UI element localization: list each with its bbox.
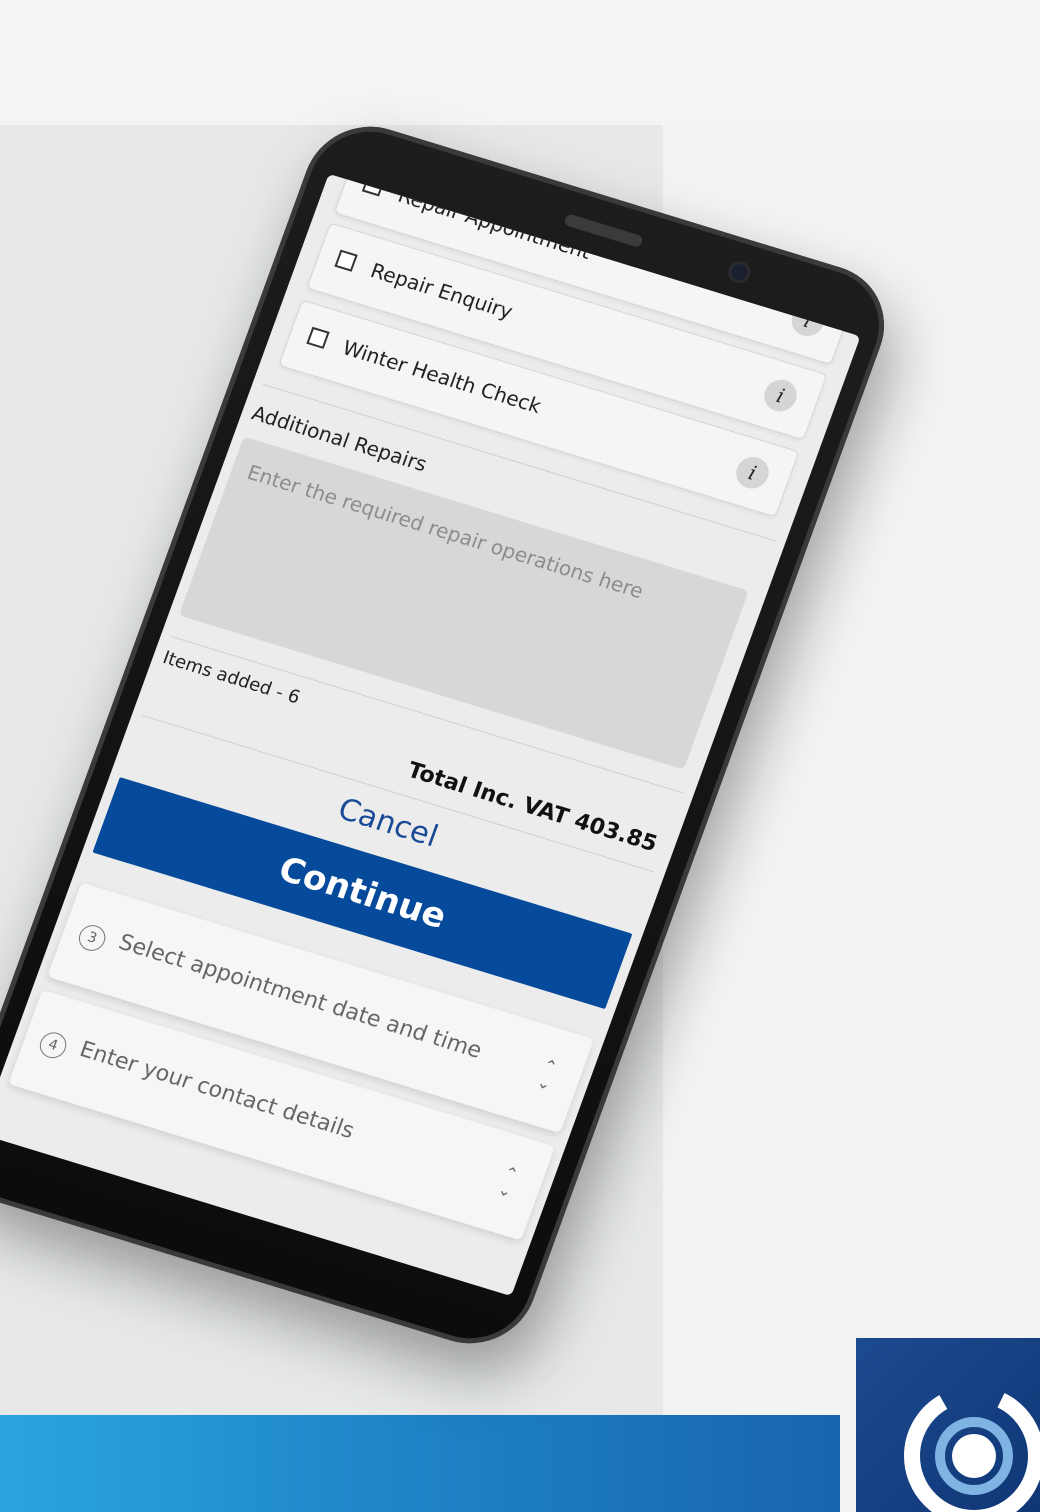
brand-logo [856, 1338, 1040, 1512]
logo-ring-icon [904, 1386, 1040, 1512]
info-icon[interactable]: i [787, 300, 829, 341]
chevron-up-down-icon[interactable]: ⌃ ⌄ [530, 1055, 563, 1098]
chevron-up-down-icon[interactable]: ⌃ ⌄ [491, 1162, 524, 1205]
background-top [0, 0, 1040, 125]
front-camera [728, 262, 750, 283]
additional-repairs-textarea[interactable]: Enter the required repair operations her… [178, 436, 749, 770]
service-option-label: Repair Enquiry [367, 258, 516, 324]
brand-banner [0, 1415, 840, 1512]
textarea-placeholder: Enter the required repair operations her… [244, 459, 647, 604]
checkbox[interactable] [306, 326, 330, 349]
items-added-count: Items added - 6 [159, 647, 303, 709]
info-icon[interactable]: i [731, 453, 774, 493]
phone-speaker [563, 213, 644, 248]
step-number: 3 [75, 921, 110, 955]
info-icon[interactable]: i [759, 375, 802, 416]
checkbox[interactable] [361, 174, 386, 197]
checkbox[interactable] [334, 249, 358, 272]
step-number: 4 [36, 1029, 70, 1062]
